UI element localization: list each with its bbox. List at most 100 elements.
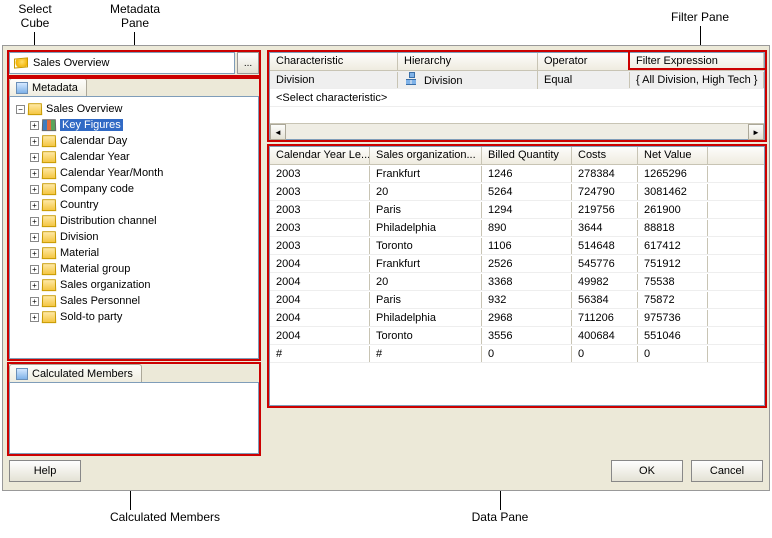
calc-tab-icon [16,368,28,380]
table-cell: 75872 [638,292,708,308]
data-col-qty[interactable]: Billed Quantity [482,147,572,164]
tree-node-label: Calendar Year/Month [60,167,163,179]
filter-col-expression[interactable]: Filter Expression [630,53,764,70]
ok-button[interactable]: OK [611,460,683,482]
cube-browse-button[interactable]: ... [237,52,259,74]
expand-icon[interactable]: + [30,233,39,242]
tree-node[interactable]: +Distribution channel [12,213,256,229]
table-cell: 3368 [482,274,572,290]
tree-node[interactable]: + Division [12,229,256,245]
tree-node-label: Division [60,231,99,243]
table-cell: 751912 [638,256,708,272]
expand-icon[interactable]: + [30,217,39,226]
filter-prompt-row[interactable]: <Select characteristic> [270,89,764,107]
table-row[interactable]: 2003Frankfurt12462783841265296 [270,165,764,183]
expand-icon[interactable]: + [30,265,39,274]
metadata-tree[interactable]: − Sales Overview +Key Figures+Calendar Day… [10,97,258,329]
table-cell: 2003 [270,220,370,236]
cancel-label: Cancel [710,465,744,477]
cancel-button[interactable]: Cancel [691,460,763,482]
table-cell: 2968 [482,310,572,326]
table-cell: 3081462 [638,184,708,200]
filter-col-characteristic[interactable]: Characteristic [270,53,398,70]
scroll-left-icon[interactable]: ◄ [270,124,286,140]
table-cell: 711206 [572,310,638,326]
table-row[interactable]: ##000 [270,345,764,363]
table-row[interactable]: 20042033684998275538 [270,273,764,291]
table-row[interactable]: 2004Paris9325638475872 [270,291,764,309]
table-row[interactable]: 2003Philadelphia890364488818 [270,219,764,237]
table-cell: 724790 [572,184,638,200]
collapse-icon[interactable]: − [16,105,25,114]
tree-node-label: Sales Overview [46,103,122,115]
tree-node-label: Material group [60,263,130,275]
expand-icon[interactable]: + [30,313,39,322]
tree-node-label: Material [60,247,99,259]
table-row[interactable]: 2003Paris1294219756261900 [270,201,764,219]
table-row[interactable]: 20032052647247903081462 [270,183,764,201]
tree-node[interactable]: − Sales Overview [12,101,256,117]
table-cell: Toronto [370,328,482,344]
expand-icon[interactable]: + [30,153,39,162]
data-col-net[interactable]: Net Value [638,147,708,164]
metadata-tab[interactable]: Metadata [9,78,87,96]
table-row[interactable]: 2003Toronto1106514648617412 [270,237,764,255]
table-row[interactable]: 2004Frankfurt2526545776751912 [270,255,764,273]
expand-icon[interactable]: + [30,201,39,210]
table-cell: Paris [370,292,482,308]
tree-node[interactable]: +Calendar Year [12,149,256,165]
calc-members-tab[interactable]: Calculated Members [9,364,142,382]
table-row[interactable]: 2004Philadelphia2968711206975736 [270,309,764,327]
dimension-icon [42,151,56,163]
expand-icon[interactable]: + [30,169,39,178]
callout-text: Select Cube [18,2,51,30]
help-button[interactable]: Help [9,460,81,482]
tree-node[interactable]: +Sales organization [12,277,256,293]
expand-icon[interactable]: + [30,249,39,258]
callout-text: Metadata Pane [110,2,160,30]
callout-text: Filter Pane [671,10,729,24]
filter-col-operator[interactable]: Operator [538,53,630,70]
tree-node-label: Company code [60,183,134,195]
hierarchy-icon [404,72,420,84]
callout-calc-members: Calculated Members [100,510,230,524]
data-col-costs[interactable]: Costs [572,147,638,164]
expand-icon[interactable]: + [30,297,39,306]
tree-node[interactable]: +Country [12,197,256,213]
tree-node-label: Sold-to party [60,311,122,323]
data-col-org[interactable]: Sales organization... [370,147,482,164]
table-row[interactable]: 2004Toronto3556400684551046 [270,327,764,345]
table-cell: 219756 [572,202,638,218]
table-cell: 400684 [572,328,638,344]
table-cell: 1294 [482,202,572,218]
table-cell: 932 [482,292,572,308]
filter-hier-text: Division [424,75,463,87]
dimension-icon [42,167,56,179]
dimension-icon [42,199,56,211]
filter-row[interactable]: Division Division Equal { All Division, … [270,71,764,89]
tree-node[interactable]: + Material group [12,261,256,277]
expand-icon[interactable]: + [30,281,39,290]
table-cell: 261900 [638,202,708,218]
data-header-row: Calendar Year Le... Sales organization..… [270,147,764,165]
tree-node[interactable]: +Sales Personnel [12,293,256,309]
filter-hscrollbar[interactable]: ◄ ► [270,123,764,139]
calc-members-panel[interactable] [9,382,259,454]
cube-name-field[interactable]: Sales Overview [9,52,235,74]
tree-node[interactable]: +Calendar Day [12,133,256,149]
tree-node[interactable]: +Key Figures [12,117,256,133]
tree-node[interactable]: + Company code [12,181,256,197]
tree-node[interactable]: + Material [12,245,256,261]
metadata-tree-panel: − Sales Overview +Key Figures+Calendar Day… [9,96,259,359]
table-cell: 1246 [482,166,572,182]
tree-node[interactable]: + Sold-to party [12,309,256,325]
expand-icon[interactable]: + [30,137,39,146]
filter-cell-char: Division [270,72,398,88]
table-cell: 545776 [572,256,638,272]
data-col-year[interactable]: Calendar Year Le... [270,147,370,164]
expand-icon[interactable]: + [30,121,39,130]
filter-col-hierarchy[interactable]: Hierarchy [398,53,538,70]
tree-node[interactable]: + Calendar Year/Month [12,165,256,181]
expand-icon[interactable]: + [30,185,39,194]
scroll-right-icon[interactable]: ► [748,124,764,140]
